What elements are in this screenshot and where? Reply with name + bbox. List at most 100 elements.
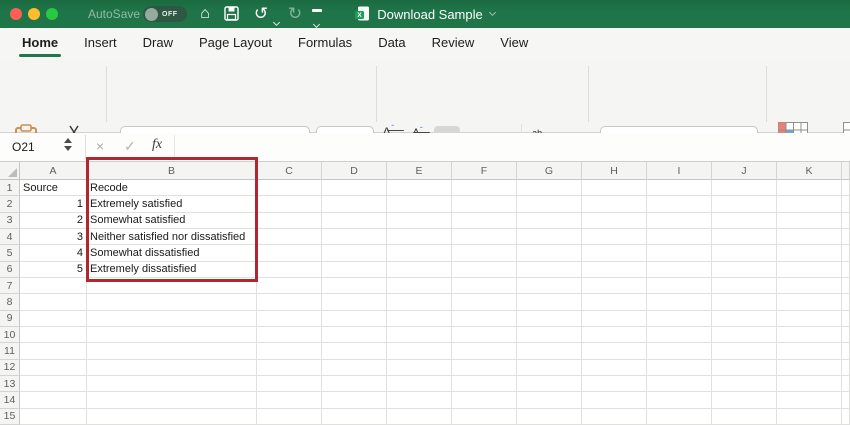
cell-G2[interactable] [517,196,582,213]
cell-K2[interactable] [777,196,842,213]
cell-B7[interactable] [87,277,257,295]
cell-D2[interactable] [322,196,387,213]
cell-B15[interactable] [87,408,257,425]
redo-icon[interactable]: ↻ [284,3,306,25]
cell-G14[interactable] [517,392,582,409]
cell-B14[interactable] [87,392,257,409]
cell-A13[interactable] [20,375,87,393]
cell-H10[interactable] [582,326,647,344]
cell-B9[interactable] [87,310,257,327]
row-header-13[interactable]: 13 [0,375,20,393]
cell-D9[interactable] [322,310,387,327]
cell-F2[interactable] [452,196,517,213]
cell-E8[interactable] [387,294,452,311]
ribbon-display-options-icon[interactable] [311,8,323,29]
cell-L14[interactable] [842,392,850,409]
row-header-3[interactable]: 3 [0,212,20,229]
cell-H2[interactable] [582,196,647,213]
cell-D1[interactable] [322,180,387,197]
cell-J2[interactable] [712,196,777,213]
cell-A7[interactable] [20,277,87,295]
cell-E10[interactable] [387,326,452,344]
cell-C15[interactable] [257,408,322,425]
row-header-7[interactable]: 7 [0,277,20,295]
tab-home[interactable]: Home [9,29,71,58]
cancel-icon[interactable]: × [96,138,104,154]
cell-K6[interactable] [777,261,842,278]
cell-B13[interactable] [87,375,257,393]
cell-E7[interactable] [387,277,452,295]
cell-J7[interactable] [712,277,777,295]
cell-L2[interactable] [842,196,850,213]
formula-input[interactable] [178,133,848,161]
cell-K1[interactable] [777,180,842,197]
cell-F7[interactable] [452,277,517,295]
row-header-5[interactable]: 5 [0,245,20,262]
row-header-12[interactable]: 12 [0,359,20,376]
undo-icon[interactable]: ↺ [250,3,272,25]
cell-H8[interactable] [582,294,647,311]
cell-L9[interactable] [842,310,850,327]
cell-I12[interactable] [647,359,712,376]
cell-F4[interactable] [452,228,517,246]
tab-insert[interactable]: Insert [71,29,130,58]
cell-A1[interactable]: Source [20,180,87,197]
cell-H13[interactable] [582,375,647,393]
cell-I14[interactable] [647,392,712,409]
cell-J15[interactable] [712,408,777,425]
cell-J14[interactable] [712,392,777,409]
cell-L11[interactable] [842,343,850,360]
cell-K14[interactable] [777,392,842,409]
name-box[interactable]: O21 [0,133,85,161]
cell-H3[interactable] [582,212,647,229]
cell-L5[interactable] [842,245,850,262]
cell-B12[interactable] [87,359,257,376]
cell-K11[interactable] [777,343,842,360]
cell-F6[interactable] [452,261,517,278]
cell-G9[interactable] [517,310,582,327]
cell-J6[interactable] [712,261,777,278]
cell-H9[interactable] [582,310,647,327]
column-header-J[interactable]: J [712,162,777,180]
cell-C2[interactable] [257,196,322,213]
cell-D12[interactable] [322,359,387,376]
cell-F9[interactable] [452,310,517,327]
cell-L3[interactable] [842,212,850,229]
cell-B11[interactable] [87,343,257,360]
cell-J4[interactable] [712,228,777,246]
cell-I13[interactable] [647,375,712,393]
cell-D11[interactable] [322,343,387,360]
save-icon[interactable] [224,6,246,28]
cell-F1[interactable] [452,180,517,197]
row-header-1[interactable]: 1 [0,180,20,197]
row-header-10[interactable]: 10 [0,326,20,344]
cell-G12[interactable] [517,359,582,376]
cell-C6[interactable] [257,261,322,278]
cell-L1[interactable] [842,180,850,197]
cell-F8[interactable] [452,294,517,311]
cell-I15[interactable] [647,408,712,425]
column-header-G[interactable]: G [517,162,582,180]
cell-D3[interactable] [322,212,387,229]
cell-A11[interactable] [20,343,87,360]
row-header-6[interactable]: 6 [0,261,20,278]
enter-icon[interactable]: ✓ [124,138,136,155]
cell-I4[interactable] [647,228,712,246]
cell-B3[interactable]: Somewhat satisfied [87,212,257,229]
cell-F5[interactable] [452,245,517,262]
cell-C10[interactable] [257,326,322,344]
tab-page-layout[interactable]: Page Layout [186,29,285,58]
zoom-window-button[interactable] [46,8,58,20]
cell-K10[interactable] [777,326,842,344]
cell-E15[interactable] [387,408,452,425]
tab-view[interactable]: View [487,29,541,58]
cell-B4[interactable]: Neither satisfied nor dissatisfied [87,228,257,246]
cell-B6[interactable]: Extremely dissatisfied [87,261,257,278]
cell-E9[interactable] [387,310,452,327]
cell-B1[interactable]: Recode [87,180,257,197]
autosave-toggle[interactable]: OFF [143,6,187,22]
row-header-2[interactable]: 2 [0,196,20,213]
cell-J3[interactable] [712,212,777,229]
cell-K5[interactable] [777,245,842,262]
cell-D7[interactable] [322,277,387,295]
